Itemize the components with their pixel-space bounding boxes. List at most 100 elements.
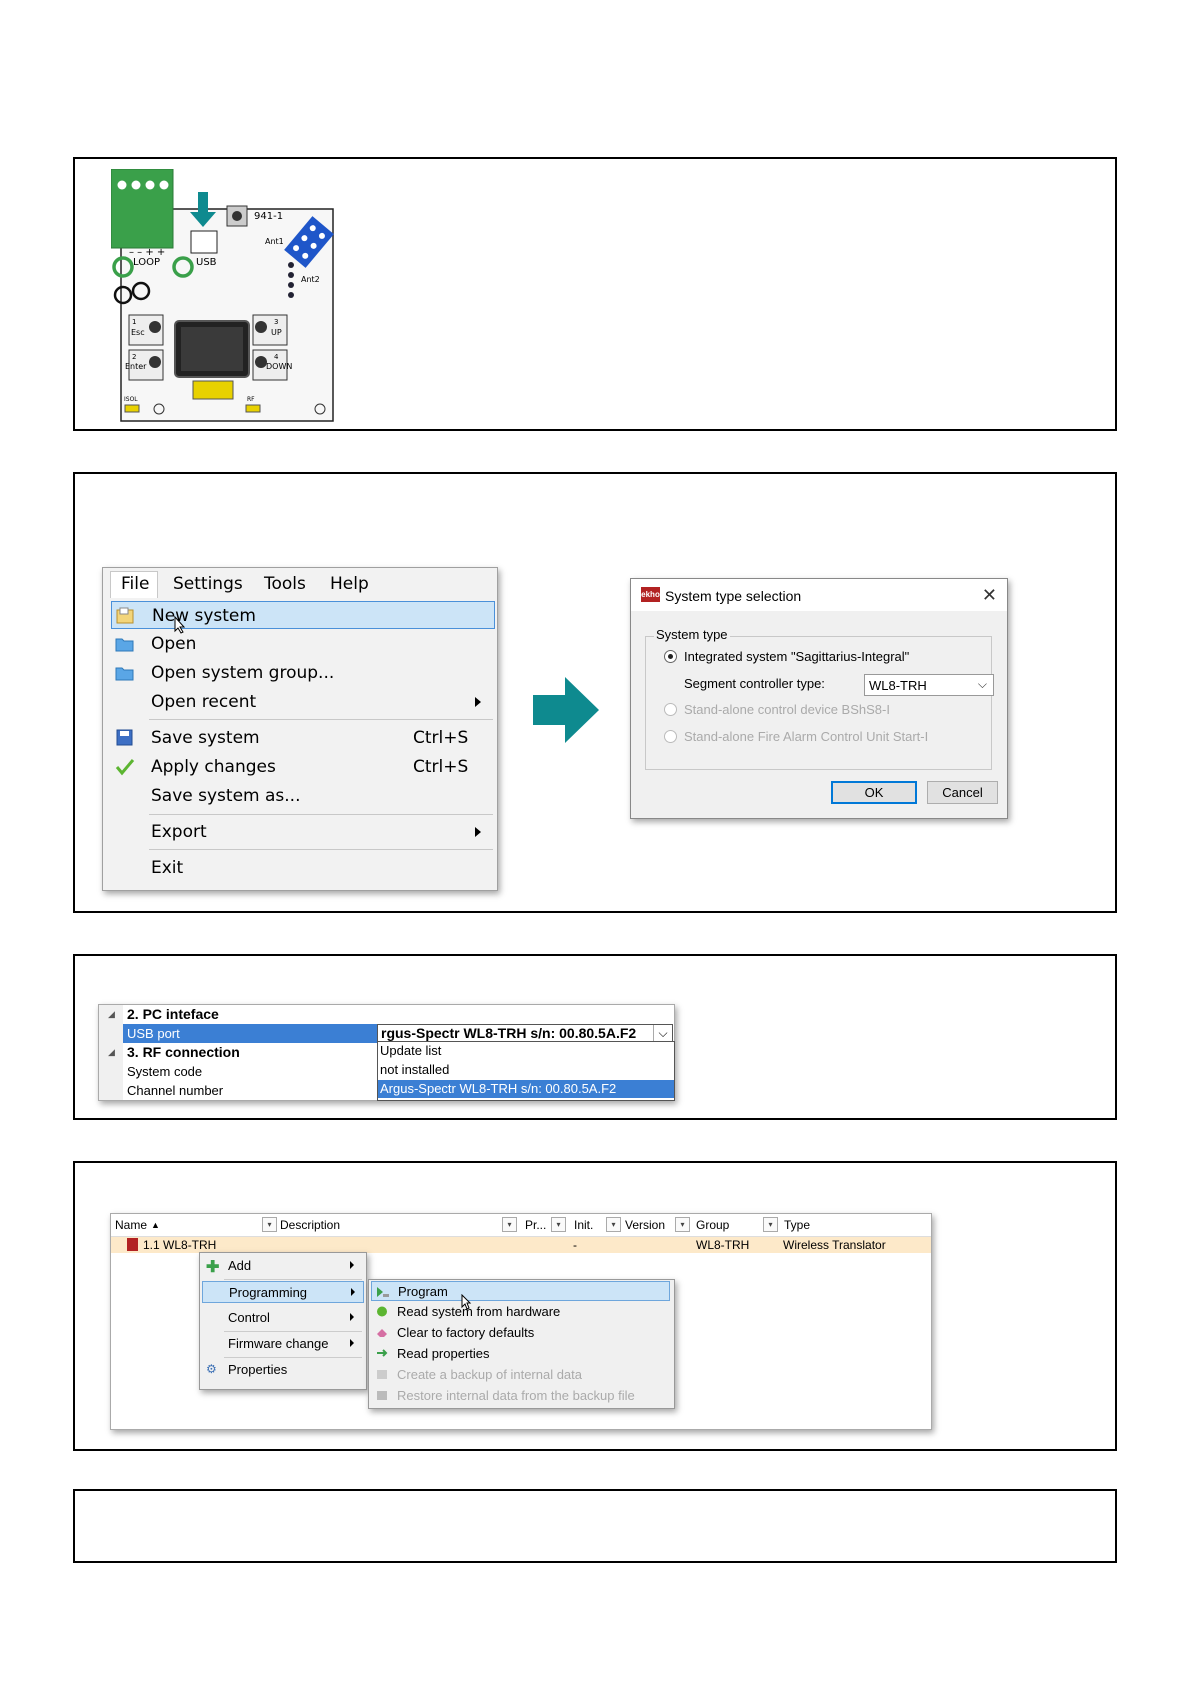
submenu-arrow-icon: [350, 1339, 354, 1347]
submenu-arrow-icon: [475, 697, 481, 707]
program-icon: [377, 1287, 389, 1297]
column-type[interactable]: Type: [784, 1218, 810, 1232]
svg-text:Ant1: Ant1: [265, 237, 284, 246]
panel-usb-port: ◢ 2. PC inteface USB port rgus-Spectr WL…: [73, 954, 1117, 1120]
submenu-item-clear-factory[interactable]: Clear to factory defaults: [371, 1323, 670, 1343]
segment-controller-select[interactable]: WL8-TRH ⌵: [864, 674, 994, 696]
menu-item-label: Exit: [151, 858, 184, 878]
context-item-programming[interactable]: Programming: [202, 1281, 364, 1303]
row-name: 1.1 WL8-TRH: [143, 1238, 217, 1252]
usb-port-dropdown-list: Update list not installed Argus-Spectr W…: [377, 1041, 675, 1101]
close-icon[interactable]: ✕: [982, 585, 997, 606]
filter-icon[interactable]: ▾: [502, 1217, 517, 1232]
tree-header: Name ▲ ▾ Description ▾ Pr... ▾ Init. ▾ V…: [111, 1214, 931, 1237]
menu-item-open-system-group[interactable]: Open system group...: [111, 659, 495, 687]
column-version[interactable]: Version: [625, 1218, 665, 1232]
svg-text:USB: USB: [196, 257, 217, 268]
file-menu: File Settings Tools Help New system Open…: [102, 567, 498, 891]
column-name[interactable]: Name: [115, 1218, 147, 1232]
save-icon: [116, 729, 133, 746]
category-label: 3. RF connection: [127, 1044, 240, 1060]
shortcut-label: Ctrl+S: [413, 728, 469, 748]
menu-tools[interactable]: Tools: [264, 574, 306, 594]
menu-item-apply-changes[interactable]: Apply changes Ctrl+S: [111, 753, 495, 781]
dropdown-option[interactable]: not installed: [378, 1061, 674, 1079]
submenu-item-restore-backup[interactable]: Restore internal data from the backup fi…: [371, 1386, 670, 1406]
column-init[interactable]: Init.: [574, 1218, 593, 1232]
dialog-titlebar: ekho System type selection ✕: [631, 579, 1007, 611]
radio-label: Stand-alone Fire Alarm Control Unit Star…: [684, 729, 929, 744]
category-pc-interface[interactable]: ◢ 2. PC inteface: [99, 1005, 674, 1024]
radio-integrated-system[interactable]: [664, 650, 677, 663]
context-item-firmware-change[interactable]: Firmware change: [202, 1333, 362, 1355]
read-system-icon: [377, 1306, 387, 1317]
row-init: -: [573, 1238, 577, 1252]
panel-new-system: File Settings Tools Help New system Open…: [73, 472, 1117, 913]
panel-board: – – + + LOOP USB 941-1 Ant1 Ant2 1 Esc 2: [73, 157, 1117, 431]
menu-item-exit[interactable]: Exit: [111, 854, 495, 882]
arrow-right-icon: [533, 677, 599, 743]
table-row[interactable]: 1.1 WL8-TRH - WL8-TRH Wireless Translato…: [111, 1237, 931, 1253]
menu-item-open-recent[interactable]: Open recent: [111, 688, 495, 716]
context-item-label: Add: [228, 1258, 252, 1273]
collapse-icon[interactable]: ◢: [108, 1047, 115, 1058]
menu-item-new-system[interactable]: New system: [111, 601, 495, 634]
panel-empty: [73, 1489, 1117, 1563]
context-item-add[interactable]: ✚ Add: [202, 1255, 362, 1277]
submenu-item-read-system[interactable]: Read system from hardware: [371, 1302, 670, 1322]
svg-text:4: 4: [274, 353, 279, 361]
filter-icon[interactable]: ▾: [262, 1217, 277, 1232]
svg-text:ISOL: ISOL: [124, 396, 138, 403]
chevron-down-icon[interactable]: ⌵: [653, 1025, 672, 1042]
context-item-label: Control: [228, 1310, 270, 1325]
submenu-item-label: Clear to factory defaults: [397, 1325, 535, 1340]
column-pr[interactable]: Pr...: [525, 1218, 546, 1232]
context-item-control[interactable]: Control: [202, 1307, 362, 1329]
menu-item-open[interactable]: Open: [111, 630, 495, 658]
submenu-item-read-properties[interactable]: Read properties: [371, 1344, 670, 1364]
menu-help[interactable]: Help: [330, 574, 369, 594]
menu-item-label: Open recent: [151, 692, 257, 712]
restore-icon: [377, 1391, 387, 1400]
svg-text:Enter: Enter: [125, 362, 147, 371]
dropdown-option[interactable]: Update list: [378, 1042, 674, 1060]
menu-file[interactable]: File: [110, 571, 159, 598]
filter-icon[interactable]: ▾: [675, 1217, 690, 1232]
filter-icon[interactable]: ▾: [551, 1217, 566, 1232]
submenu-item-program[interactable]: Program: [371, 1281, 670, 1310]
submenu-item-create-backup[interactable]: Create a backup of internal data: [371, 1365, 670, 1385]
submenu-item-label: Read properties: [397, 1346, 490, 1361]
svg-text:Ant2: Ant2: [301, 275, 320, 284]
svg-text:UP: UP: [271, 328, 282, 337]
radio-standalone-fire-alarm[interactable]: [664, 730, 677, 743]
submenu-arrow-icon: [351, 1288, 355, 1296]
backup-icon: [377, 1370, 387, 1379]
group-label: System type: [654, 627, 730, 642]
dropdown-option-selected[interactable]: Argus-Spectr WL8-TRH s/n: 00.80.5A.F2: [378, 1080, 674, 1098]
menu-settings[interactable]: Settings: [173, 574, 243, 594]
collapse-icon[interactable]: ◢: [108, 1009, 115, 1020]
filter-icon[interactable]: ▾: [763, 1217, 778, 1232]
read-properties-icon: [377, 1349, 388, 1357]
menu-item-save-system[interactable]: Save system Ctrl+S: [111, 724, 495, 752]
svg-text:DOWN: DOWN: [266, 362, 292, 371]
ok-button[interactable]: OK: [831, 781, 917, 804]
radio-standalone-control[interactable]: [664, 703, 677, 716]
column-description[interactable]: Description: [280, 1218, 340, 1232]
menu-item-save-system-as[interactable]: Save system as...: [111, 782, 495, 810]
submenu-item-label: Read system from hardware: [397, 1304, 561, 1319]
filter-icon[interactable]: ▾: [606, 1217, 621, 1232]
submenu-arrow-icon: [350, 1313, 354, 1321]
context-item-properties[interactable]: ⚙ Properties: [202, 1359, 362, 1381]
property-label: Channel number: [127, 1083, 224, 1098]
radio-label: Stand-alone control device BShS8-I: [684, 702, 890, 717]
folder-open-icon: [115, 638, 134, 652]
menu-item-export[interactable]: Export: [111, 818, 495, 846]
folder-group-icon: [115, 667, 134, 681]
row-type: Wireless Translator: [783, 1238, 886, 1252]
programming-submenu: Program Read system from hardware Clear …: [368, 1279, 675, 1409]
cancel-button[interactable]: Cancel: [927, 781, 998, 804]
file-menu-dropdown: New system Open Open system group... Ope…: [111, 598, 497, 890]
column-group[interactable]: Group: [696, 1218, 729, 1232]
row-group: WL8-TRH: [696, 1238, 750, 1252]
